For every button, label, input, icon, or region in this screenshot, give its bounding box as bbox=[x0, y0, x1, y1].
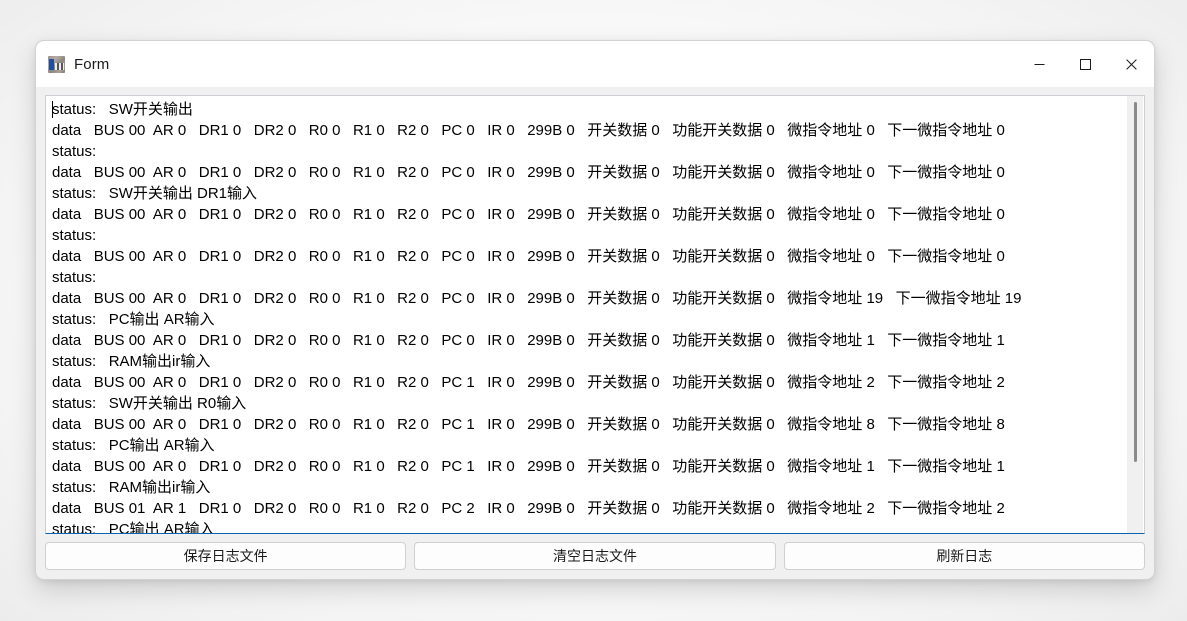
close-button[interactable] bbox=[1108, 41, 1154, 87]
form-window: Form status: SW开关输出 data BUS 00 AR 0 DR1… bbox=[36, 41, 1154, 579]
log-line: data BUS 00 AR 0 DR1 0 DR2 0 R0 0 R1 0 R… bbox=[52, 248, 1005, 265]
log-line: data BUS 00 AR 0 DR1 0 DR2 0 R0 0 R1 0 R… bbox=[52, 458, 1005, 475]
log-line: data BUS 00 AR 0 DR1 0 DR2 0 R0 0 R1 0 R… bbox=[52, 374, 1005, 391]
log-line: status: SW开关输出 R0输入 bbox=[52, 395, 247, 412]
log-line: data BUS 01 AR 1 DR1 0 DR2 0 R0 0 R1 0 R… bbox=[52, 500, 1005, 517]
window-controls bbox=[1016, 41, 1154, 87]
log-textarea[interactable]: status: SW开关输出 data BUS 00 AR 0 DR1 0 DR2… bbox=[45, 95, 1145, 534]
log-line: data BUS 00 AR 0 DR1 0 DR2 0 R0 0 R1 0 R… bbox=[52, 416, 1005, 433]
minimize-button[interactable] bbox=[1016, 41, 1062, 87]
titlebar-left-group: Form bbox=[36, 55, 110, 73]
window-client-area: status: SW开关输出 data BUS 00 AR 0 DR1 0 DR2… bbox=[36, 87, 1154, 579]
log-line: data BUS 00 AR 0 DR1 0 DR2 0 R0 0 R1 0 R… bbox=[52, 164, 1005, 181]
text-caret bbox=[52, 101, 53, 118]
log-scrollbar[interactable] bbox=[1127, 96, 1143, 533]
app-form-icon bbox=[48, 55, 65, 73]
action-button-row: 保存日志文件 清空日志文件 刷新日志 bbox=[45, 542, 1145, 570]
log-line: status: SW开关输出 bbox=[52, 101, 193, 118]
maximize-button[interactable] bbox=[1062, 41, 1108, 87]
refresh-log-button[interactable]: 刷新日志 bbox=[783, 542, 1145, 570]
clear-log-file-button[interactable]: 清空日志文件 bbox=[414, 542, 776, 570]
log-scrollbar-thumb[interactable] bbox=[1134, 102, 1137, 462]
window-title: Form bbox=[74, 55, 110, 73]
log-line: status: PC输出 AR输入 bbox=[52, 437, 215, 454]
save-log-file-button[interactable]: 保存日志文件 bbox=[45, 542, 407, 570]
close-icon bbox=[1125, 58, 1137, 70]
desktop-background: Form status: SW开关输出 data BUS 00 AR 0 DR1… bbox=[0, 0, 1187, 621]
log-line: data BUS 00 AR 0 DR1 0 DR2 0 R0 0 R1 0 R… bbox=[52, 290, 1022, 307]
log-line: status: RAM输出ir输入 bbox=[52, 479, 211, 496]
log-line: status: bbox=[52, 143, 97, 160]
log-line: status: bbox=[52, 269, 97, 286]
log-text-content[interactable]: status: SW开关输出 data BUS 00 AR 0 DR1 0 DR2… bbox=[46, 96, 1127, 533]
log-line: data BUS 00 AR 0 DR1 0 DR2 0 R0 0 R1 0 R… bbox=[52, 332, 1005, 349]
window-titlebar[interactable]: Form bbox=[36, 41, 1154, 87]
log-line: status: PC输出 AR输入 bbox=[52, 311, 215, 328]
log-line: status: SW开关输出 DR1输入 bbox=[52, 185, 258, 202]
log-line: data BUS 00 AR 0 DR1 0 DR2 0 R0 0 R1 0 R… bbox=[52, 206, 1005, 223]
log-line: status: PC输出 AR输入 bbox=[52, 521, 215, 533]
log-line: status: bbox=[52, 227, 97, 244]
maximize-icon bbox=[1079, 58, 1091, 70]
log-line: data BUS 00 AR 0 DR1 0 DR2 0 R0 0 R1 0 R… bbox=[52, 122, 1005, 139]
minimize-icon bbox=[1034, 63, 1044, 65]
log-line: status: RAM输出ir输入 bbox=[52, 353, 211, 370]
